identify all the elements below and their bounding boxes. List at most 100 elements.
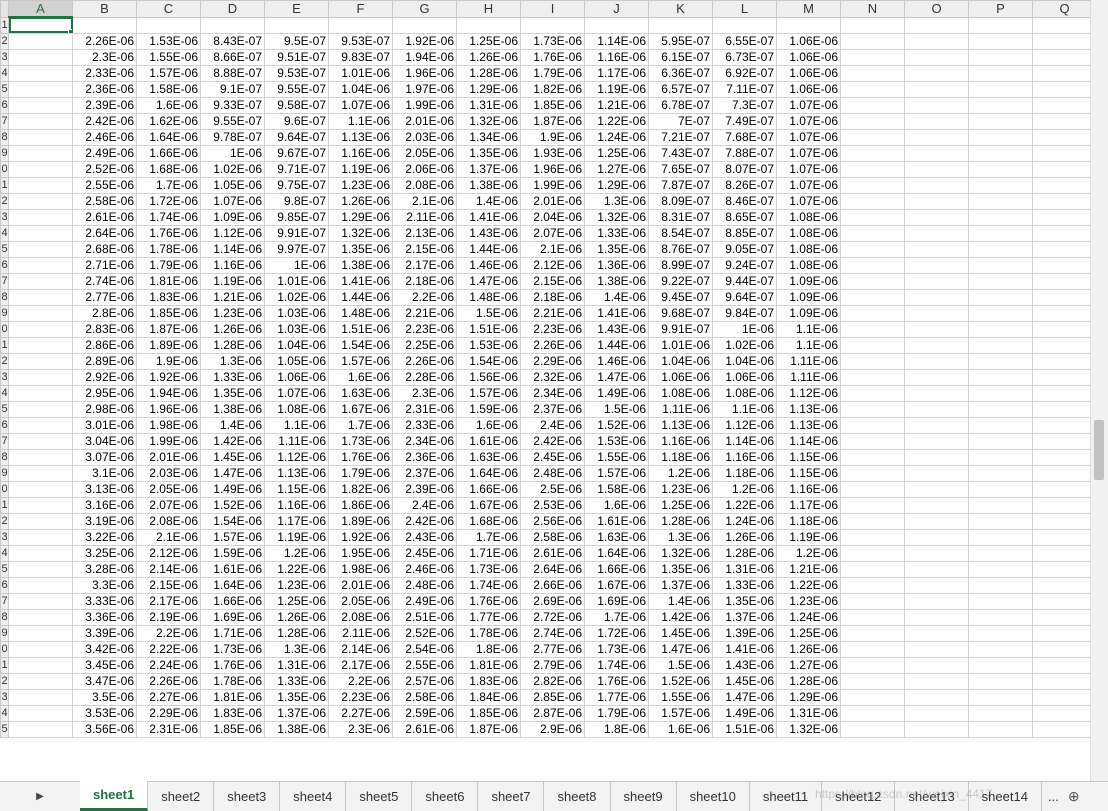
cell-a[interactable] <box>8 352 73 370</box>
row-header[interactable]: 1 <box>0 176 9 194</box>
cell-i[interactable]: 1.93E-06 <box>520 144 585 162</box>
cell-q[interactable] <box>1032 272 1097 290</box>
cell-m[interactable]: 1.08E-06 <box>776 240 841 258</box>
cell-o[interactable] <box>904 288 969 306</box>
cell-m[interactable]: 1.25E-06 <box>776 624 841 642</box>
cell-g[interactable]: 1.99E-06 <box>392 96 457 114</box>
cell-l[interactable]: 9.24E-07 <box>712 256 777 274</box>
cell-n[interactable] <box>840 64 905 82</box>
cell-e[interactable]: 1.3E-06 <box>264 640 329 658</box>
cell-l[interactable]: 1.39E-06 <box>712 624 777 642</box>
cell-f[interactable]: 1.6E-06 <box>328 368 393 386</box>
cell-m[interactable]: 1.06E-06 <box>776 80 841 98</box>
cell-j[interactable]: 1.25E-06 <box>584 144 649 162</box>
cell-f[interactable]: 1.76E-06 <box>328 448 393 466</box>
cell-f[interactable]: 9.53E-07 <box>328 32 393 50</box>
cell-b[interactable]: 2.58E-06 <box>72 192 137 210</box>
cell-i[interactable]: 2.37E-06 <box>520 400 585 418</box>
cell-d[interactable]: 1.12E-06 <box>200 224 265 242</box>
cell-n[interactable] <box>840 640 905 658</box>
cell-f[interactable]: 2.23E-06 <box>328 688 393 706</box>
select-all-corner[interactable] <box>0 0 9 18</box>
cell-m[interactable]: 1.09E-06 <box>776 304 841 322</box>
cell-i[interactable]: 2.12E-06 <box>520 256 585 274</box>
cell-l[interactable]: 8.26E-07 <box>712 176 777 194</box>
cell-o[interactable] <box>904 592 969 610</box>
cell-h[interactable]: 1.53E-06 <box>456 336 521 354</box>
cell-e[interactable]: 1.07E-06 <box>264 384 329 402</box>
cell-i[interactable]: 2.21E-06 <box>520 304 585 322</box>
cell-n[interactable] <box>840 128 905 146</box>
cell-a[interactable] <box>8 336 73 354</box>
cell-d[interactable]: 1.02E-06 <box>200 160 265 178</box>
cell-a[interactable] <box>8 272 73 290</box>
cell-n[interactable] <box>840 384 905 402</box>
row-header[interactable]: 2 <box>0 32 9 50</box>
cell-i[interactable]: 2.1E-06 <box>520 240 585 258</box>
cell-i[interactable]: 2.69E-06 <box>520 592 585 610</box>
cell-q[interactable] <box>1032 528 1097 546</box>
cell-o[interactable] <box>904 608 969 626</box>
cell-h[interactable]: 1.66E-06 <box>456 480 521 498</box>
cell-h[interactable]: 1.76E-06 <box>456 592 521 610</box>
cell-b[interactable] <box>72 16 137 34</box>
cell-p[interactable] <box>968 688 1033 706</box>
cell-c[interactable]: 1.76E-06 <box>136 224 201 242</box>
cell-q[interactable] <box>1032 160 1097 178</box>
cell-b[interactable]: 2.39E-06 <box>72 96 137 114</box>
cell-k[interactable]: 7.87E-07 <box>648 176 713 194</box>
row-header[interactable]: 3 <box>0 368 9 386</box>
cell-d[interactable]: 1.14E-06 <box>200 240 265 258</box>
cell-b[interactable]: 2.77E-06 <box>72 288 137 306</box>
cell-f[interactable]: 1.98E-06 <box>328 560 393 578</box>
cell-k[interactable]: 1.57E-06 <box>648 704 713 722</box>
cell-e[interactable]: 1.38E-06 <box>264 720 329 738</box>
cell-b[interactable]: 3.25E-06 <box>72 544 137 562</box>
cell-m[interactable]: 1.28E-06 <box>776 672 841 690</box>
cell-j[interactable]: 1.61E-06 <box>584 512 649 530</box>
cell-b[interactable]: 2.26E-06 <box>72 32 137 50</box>
cell-g[interactable]: 2.36E-06 <box>392 448 457 466</box>
cell-j[interactable]: 1.69E-06 <box>584 592 649 610</box>
cell-d[interactable]: 1.23E-06 <box>200 304 265 322</box>
cell-g[interactable]: 2.08E-06 <box>392 176 457 194</box>
cell-j[interactable]: 1.36E-06 <box>584 256 649 274</box>
cell-q[interactable] <box>1032 112 1097 130</box>
cell-h[interactable]: 1.84E-06 <box>456 688 521 706</box>
cell-h[interactable]: 1.63E-06 <box>456 448 521 466</box>
cell-q[interactable] <box>1032 16 1097 34</box>
cell-g[interactable]: 2.58E-06 <box>392 688 457 706</box>
cell-m[interactable]: 1.08E-06 <box>776 224 841 242</box>
cell-i[interactable]: 2.07E-06 <box>520 224 585 242</box>
cell-j[interactable]: 1.24E-06 <box>584 128 649 146</box>
cell-a[interactable] <box>8 416 73 434</box>
cell-o[interactable] <box>904 208 969 226</box>
cell-j[interactable]: 1.47E-06 <box>584 368 649 386</box>
cell-g[interactable]: 2.01E-06 <box>392 112 457 130</box>
cell-b[interactable]: 2.8E-06 <box>72 304 137 322</box>
cell-b[interactable]: 3.39E-06 <box>72 624 137 642</box>
cell-q[interactable] <box>1032 496 1097 514</box>
cell-l[interactable]: 9.64E-07 <box>712 288 777 306</box>
cell-c[interactable]: 1.94E-06 <box>136 384 201 402</box>
cell-n[interactable] <box>840 704 905 722</box>
cell-k[interactable]: 1.28E-06 <box>648 512 713 530</box>
cell-h[interactable]: 1.59E-06 <box>456 400 521 418</box>
cell-k[interactable]: 1.4E-06 <box>648 592 713 610</box>
cell-e[interactable]: 1.26E-06 <box>264 608 329 626</box>
cell-o[interactable] <box>904 688 969 706</box>
sheet-tab-sheet4[interactable]: sheet4 <box>280 782 347 811</box>
cell-k[interactable]: 6.78E-07 <box>648 96 713 114</box>
cell-c[interactable]: 1.7E-06 <box>136 176 201 194</box>
cell-d[interactable]: 1.42E-06 <box>200 432 265 450</box>
cell-o[interactable] <box>904 128 969 146</box>
cell-d[interactable]: 8.43E-07 <box>200 32 265 50</box>
tab-scroll-right-icon[interactable]: ▶ <box>0 782 80 811</box>
cell-e[interactable]: 1.08E-06 <box>264 400 329 418</box>
cell-j[interactable]: 1.32E-06 <box>584 208 649 226</box>
cell-f[interactable]: 9.83E-07 <box>328 48 393 66</box>
cell-e[interactable]: 9.64E-07 <box>264 128 329 146</box>
cell-i[interactable]: 2.45E-06 <box>520 448 585 466</box>
cell-e[interactable]: 1.28E-06 <box>264 624 329 642</box>
cell-e[interactable]: 9.53E-07 <box>264 64 329 82</box>
